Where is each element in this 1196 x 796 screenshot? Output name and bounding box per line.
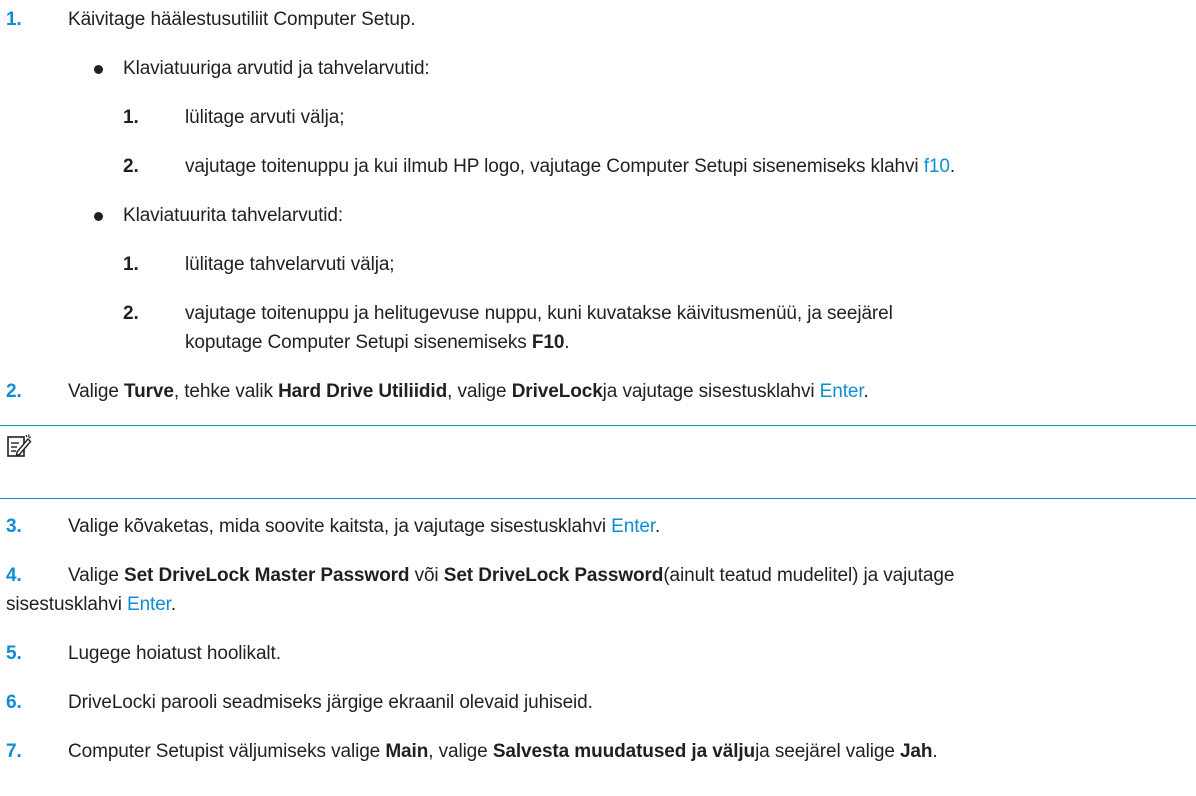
substep-text: lülitage arvuti välja; [185,107,345,128]
note-bottom-rule [0,498,1196,499]
key-enter: Enter [611,516,656,537]
substep-text-part: . [564,332,570,353]
key-f10: f10 [923,156,950,177]
step-text-part: , tehke valik [173,381,279,402]
note-top-rule [0,425,1196,426]
group-title: Klaviatuurita tahvelarvutid: [123,205,344,226]
step-text-part: . [932,741,938,762]
step-number: 4. [6,565,22,586]
step-number: 5. [6,643,22,664]
step-number: 2. [6,381,22,402]
substep-text-part: vajutage toitenuppu ja kui ilmub HP logo… [185,156,924,177]
note-text [36,433,57,457]
key-enter: Enter [819,381,864,402]
group-title: Klaviatuuriga arvutid ja tahvelarvutid: [123,58,430,79]
bullet-icon [94,65,103,74]
substep-text-part: . [949,156,956,177]
substep-number: 2. [123,156,139,177]
substep-number: 2. [123,303,139,324]
substep-text: vajutage toitenuppu ja helitugevuse nupp… [185,303,893,324]
step-number: 7. [6,741,22,762]
step-number: 1. [6,9,22,30]
key-f10-bold: F10 [531,332,565,353]
key-enter: Enter [127,594,171,615]
step-text-part: Computer Setupist väljumiseks valige [68,741,386,762]
substep-text: lülitage tahvelarvuti välja; [185,254,395,275]
step-text-part: . [170,594,177,615]
menu-name: Set DriveLock Password [443,565,664,586]
menu-name: Set DriveLock Master Password [124,565,410,586]
step-text-part: sisestusklahvi [6,594,127,615]
step-number: 6. [6,692,22,713]
step-text: Käivitage häälestusutiliit Computer Setu… [68,9,416,30]
step-number: 3. [6,516,22,537]
bullet-icon [94,212,103,221]
step-text-part: ja seejärel valige [755,741,900,762]
menu-name: Salvesta muudatused ja välju [492,741,756,762]
step-text: Valige kõvaketas, mida soovite kaitsta, … [68,515,660,539]
step-text: Computer Setupist väljumiseks valige Mai… [68,740,938,764]
step-text: Lugege hoiatust hoolikalt. [68,643,281,664]
step-text-part: Valige [68,565,124,586]
note-pencil-icon [7,434,32,457]
menu-name: Hard Drive Utiliidid [278,381,448,402]
menu-name: Turve [124,381,174,402]
step-text-part: . [655,516,661,537]
step-text-part: Valige [68,381,124,402]
step-text-part: Valige kõvaketas, mida soovite kaitsta, … [68,516,612,537]
step-text: Valige Set DriveLock Master Password või… [68,564,954,588]
substep-text: koputage Computer Setupi sisenemiseks F1… [185,331,570,355]
step-text-part: , valige [428,741,493,762]
step-text-part: , valige [447,381,512,402]
substep-text: vajutage toitenuppu ja kui ilmub HP logo… [185,155,955,179]
step-text: DriveLocki parooli seadmiseks järgige ek… [68,692,593,713]
menu-name: Main [385,741,429,762]
menu-name: Jah [899,741,933,762]
step-text-part: või [409,565,444,586]
step-text-part: . [863,381,869,402]
step-text: sisestusklahvi Enter. [6,593,176,617]
step-text: Valige Turve, tehke valik Hard Drive Uti… [68,380,869,404]
menu-name: DriveLock [511,381,603,402]
substep-number: 1. [123,107,139,128]
substep-text-part: koputage Computer Setupi sisenemiseks [185,332,532,353]
step-text-part: (ainult teatud mudelitel) ja vajutage [663,565,955,586]
substep-number: 1. [123,254,139,275]
step-text-part: ja vajutage sisestusklahvi [602,381,820,402]
